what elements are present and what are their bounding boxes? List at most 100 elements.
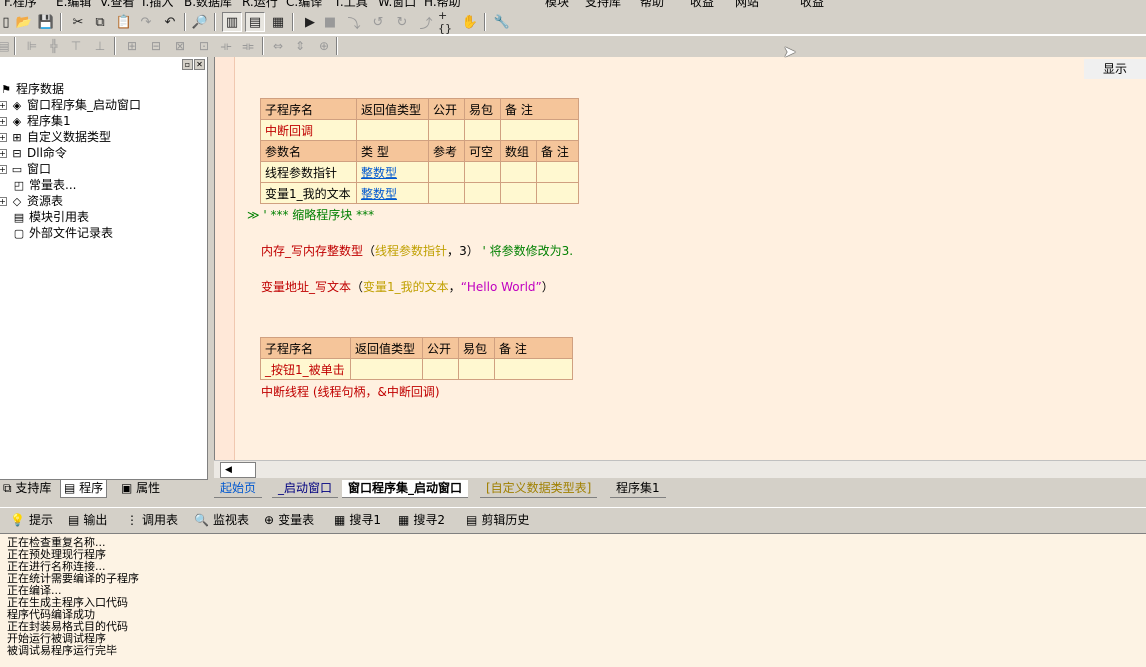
tree-item-external-files[interactable]: ▢ 外部文件记录表 [11,225,113,241]
table-cell[interactable] [536,182,579,204]
menu-run[interactable]: R.运行 [242,0,278,8]
menu-window[interactable]: W.窗口 [378,0,416,8]
tree-root[interactable]: ⚑ 程序数据 [0,81,64,97]
wizard-icon[interactable]: 🔧 [492,12,512,32]
menu-income-2[interactable]: 收益 [800,0,824,8]
table-cell[interactable] [428,119,465,141]
tab-watch[interactable]: 🔍 监视表 [194,511,249,529]
expand-icon[interactable]: + [0,148,7,158]
table-cell[interactable] [500,119,579,141]
layout-2-icon[interactable]: ▤ [245,12,265,32]
expand-icon[interactable]: + [0,196,7,206]
menu-help-2[interactable]: 帮助 [640,0,664,8]
menu-edit[interactable]: E.编辑 [56,0,91,8]
expand-icon[interactable]: + [0,164,7,174]
align-center-icon[interactable]: ╬ [44,37,64,55]
run-to-cursor-icon[interactable]: ⤴ [416,12,436,32]
table-row[interactable]: _按钮1_被单击 [260,358,573,380]
save-icon[interactable]: 💾 [36,12,56,32]
subroutine-name[interactable]: _按钮1_被单击 [260,358,351,380]
table-cell[interactable] [464,119,501,141]
tab-startup-window[interactable]: _启动窗口 [272,480,339,498]
table-cell[interactable] [464,161,501,183]
table-cell[interactable] [494,358,573,380]
table-cell[interactable] [536,161,579,183]
space-h-icon[interactable]: ⟛ [216,37,236,55]
code-line[interactable]: 内存_写内存整数型（线程参数指针，3） ' 将参数修改为3. [261,242,573,259]
center-both-icon[interactable]: ⊕ [314,37,334,55]
step-into-icon[interactable]: ⤵ [344,12,364,32]
menu-compile[interactable]: C.编译 [286,0,322,8]
code-editor[interactable]: 显示 子程序名 返回值类型 公开 易包 备 注 中断回调 参数名 类 型 参考 … [214,57,1146,460]
tab-custom-types[interactable]: [自定义数据类型表] [480,480,598,498]
tab-support-lib[interactable]: ⧉ 支持库 [0,480,54,498]
step-out-icon[interactable]: ↻ [392,12,412,32]
param-row[interactable]: 线程参数指针 整数型 [260,161,579,183]
copy-icon[interactable]: ⧉ [90,12,110,32]
watch-icon[interactable]: +{} [438,9,458,35]
distribute-v-icon[interactable]: ⊟ [146,37,166,55]
menu-insert[interactable]: I.插入 [142,0,173,8]
tab-program[interactable]: ▤ 程序 [60,480,108,498]
layout-3-icon[interactable]: ▦ [268,12,288,32]
table-cell[interactable] [428,182,465,204]
param-name[interactable]: 变量1_我的文本 [260,182,357,204]
undo-icon[interactable]: ↶ [160,12,180,32]
param-type[interactable]: 整数型 [356,182,429,204]
expand-icon[interactable]: + [0,116,7,126]
restore-icon[interactable]: ▫ [182,59,193,70]
table-row[interactable]: 中断回调 [260,119,579,141]
tree-item-constants[interactable]: ◰ 常量表... [11,177,77,193]
step-over-icon[interactable]: ↺ [368,12,388,32]
param-type[interactable]: 整数型 [356,161,429,183]
tab-variables[interactable]: ⊕ 变量表 [264,511,314,529]
tab-search2[interactable]: ▦ 搜寻2 [398,511,445,529]
menu-website[interactable]: 网站 [735,0,759,8]
run-icon[interactable]: ▶ [300,12,320,32]
code-line[interactable]: 中断线程 (线程句柄，&中断回调) [261,383,440,400]
menu-program[interactable]: F.程序 [4,0,37,8]
hand-icon[interactable]: ✋ [460,12,480,32]
menu-view[interactable]: V.查看 [100,0,134,8]
tree-item-custom-types[interactable]: + ⊞ 自定义数据类型 [0,129,111,145]
menu-database[interactable]: B.数据库 [184,0,232,8]
tree-item-resources[interactable]: + ◇ 资源表 [0,193,63,209]
tab-start-page[interactable]: 起始页 [214,480,263,498]
editor-hscrollbar[interactable]: ◀ [214,460,1146,478]
stop-icon[interactable]: ■ [320,12,340,32]
menu-tools[interactable]: T.工具 [334,0,368,8]
distribute-h-icon[interactable]: ⊞ [122,37,142,55]
tree-item-module-refs[interactable]: ▤ 模块引用表 [11,209,89,225]
paste-icon[interactable]: 📋 [114,12,134,32]
menu-help[interactable]: H.帮助 [424,0,461,8]
table-cell[interactable] [500,182,537,204]
tab-call-stack[interactable]: ⋮ 调用表 [126,511,178,529]
align-top-icon[interactable]: ⊤ [66,37,86,55]
table-cell[interactable] [356,119,429,141]
table-cell[interactable] [350,358,423,380]
tab-hint[interactable]: 💡 提示 [10,511,53,529]
param-name[interactable]: 线程参数指针 [260,161,357,183]
table-cell[interactable] [464,182,501,204]
redo-icon[interactable]: ↷ [136,12,156,32]
tree-item-startup-window[interactable]: + ◈ 窗口程序集_启动窗口 [0,97,141,113]
param-row[interactable]: 变量1_我的文本 整数型 [260,182,579,204]
align-bottom-icon[interactable]: ⊥ [90,37,110,55]
tab-search1[interactable]: ▦ 搜寻1 [334,511,381,529]
table-cell[interactable] [428,161,465,183]
code-line[interactable]: 变量地址_写文本（变量1_我的文本，“Hello World”） [261,278,554,295]
menu-income[interactable]: 收益 [690,0,714,8]
open-folder-icon[interactable]: 📂 [14,12,34,32]
output-panel[interactable]: 正在检查重复名称... 正在预处理现行程序 正在进行名称连接... 正在统计需要… [0,533,1146,667]
subroutine-name[interactable]: 中断回调 [260,119,357,141]
tab-startup-assembly[interactable]: 窗口程序集_启动窗口 [342,480,469,498]
cut-icon[interactable]: ✂ [68,12,88,32]
tree-item-dll-commands[interactable]: + ⊟ Dll命令 [0,145,67,161]
layout-1-icon[interactable]: ▥ [222,12,242,32]
space-v-icon[interactable]: ⟚ [238,37,258,55]
same-width-icon[interactable]: ⊠ [170,37,190,55]
scroll-left-icon[interactable]: ◀ [220,462,256,478]
tab-output[interactable]: ▤ 输出 [68,511,107,529]
center-h-icon[interactable]: ⇔ [268,37,288,55]
show-button[interactable]: 显示 [1084,59,1146,79]
